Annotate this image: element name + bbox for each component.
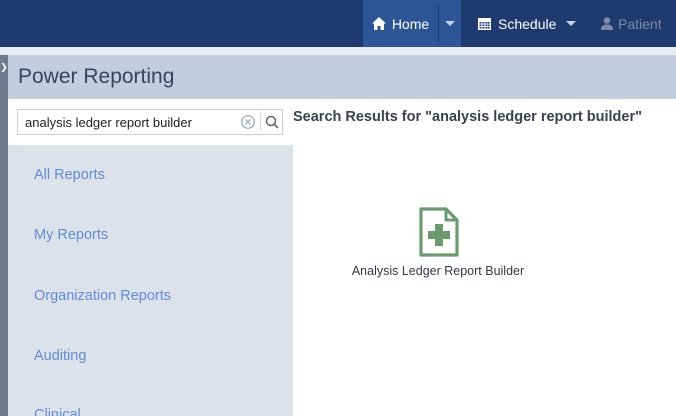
sidebar-item-all-reports[interactable]: All Reports [34,167,105,183]
search-icon[interactable] [264,114,280,130]
search-divider [260,113,261,131]
home-button[interactable]: Home [363,0,438,47]
report-search-box [17,109,283,135]
home-label: Home [391,15,430,32]
home-icon [371,17,386,30]
schedule-label: Schedule [498,15,557,32]
expand-arrow-icon[interactable]: ❯ [0,58,8,76]
calendar-icon [478,18,491,30]
chevron-down-icon [445,21,455,26]
report-result-item[interactable]: Analysis Ledger Report Builder [340,200,536,290]
title-bar: Power Reporting [8,55,676,99]
report-result-label: Analysis Ledger Report Builder [351,264,525,278]
sidebar-item-clinical[interactable]: Clinical [34,407,81,416]
patient-button[interactable]: Patient [601,0,662,47]
home-dropdown-toggle[interactable] [439,0,461,47]
page-title: Power Reporting [18,65,175,88]
clear-search-icon[interactable] [240,114,256,130]
search-results-heading: Search Results for "analysis ledger repo… [293,109,642,125]
patient-label: Patient [618,15,662,32]
schedule-button[interactable]: Schedule [478,0,556,47]
sidebar-item-auditing[interactable]: Auditing [34,348,86,364]
user-icon [601,17,613,30]
file-plus-icon [419,207,459,257]
sidebar-item-organization-reports[interactable]: Organization Reports [34,288,171,304]
schedule-dropdown-toggle[interactable] [564,0,578,47]
navbar-gap [0,47,676,55]
sidebar-item-my-reports[interactable]: My Reports [34,227,108,243]
left-collapse-rail[interactable] [0,55,8,416]
search-input[interactable] [18,110,238,134]
chevron-down-icon [566,21,576,26]
report-category-sidebar: All Reports My Reports Organization Repo… [8,145,293,416]
top-navbar: Home Schedule Patient [0,0,676,47]
